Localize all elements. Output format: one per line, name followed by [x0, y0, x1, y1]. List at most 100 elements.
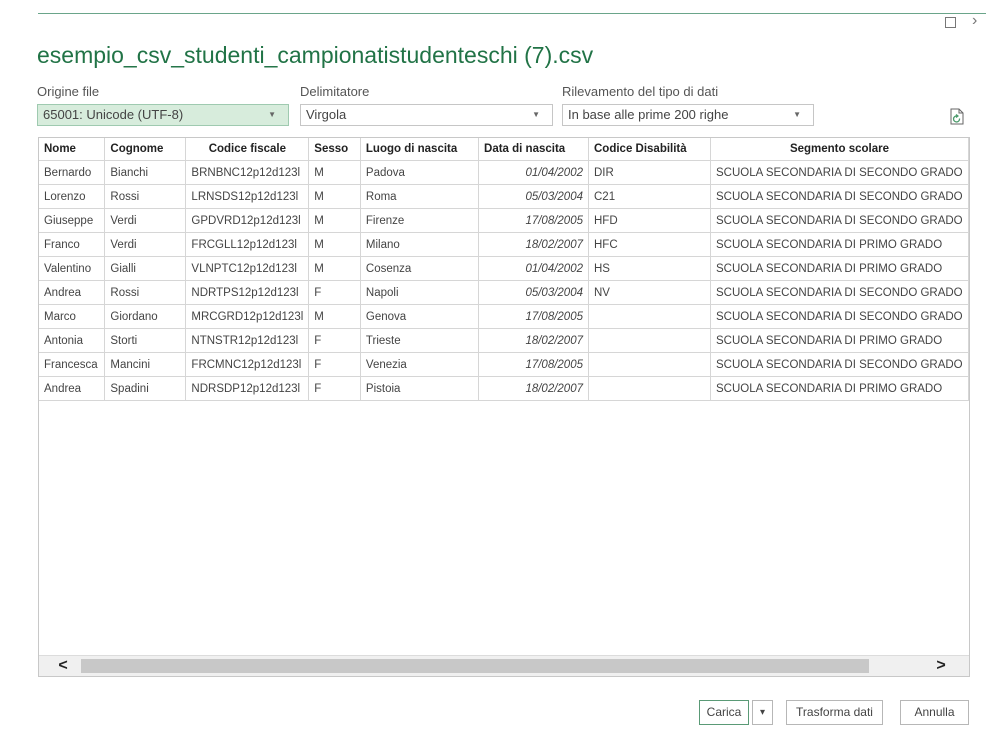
table-cell: Padova — [360, 160, 480, 185]
horizontal-scrollbar[interactable]: < > — [39, 655, 969, 676]
table-row[interactable]: Lorenzo Rossi LRNSDS12p12d123l M Roma 05/03/2… — [39, 184, 969, 209]
table-cell: 17/08/2005 — [478, 208, 589, 233]
table-cell: 18/02/2007 — [478, 328, 589, 353]
header-row: Nome Cognome Codice fiscale Sesso Luogo … — [39, 138, 969, 161]
cancel-button[interactable]: Annulla — [900, 700, 969, 725]
col-header[interactable]: Codice Disabilità — [588, 138, 711, 161]
table-cell: F — [308, 352, 361, 377]
origin-label: Origine file — [37, 84, 100, 99]
table-cell: Trieste — [360, 328, 480, 353]
table-row[interactable]: Andrea Spadini NDRSDP12p12d123l F Pistoia 18/… — [39, 376, 969, 401]
origin-dropdown[interactable]: 65001: Unicode (UTF-8) ▼ — [37, 104, 289, 126]
load-options-chevron-icon[interactable]: ▾ — [752, 700, 773, 725]
table-cell: F — [308, 376, 361, 401]
maximize-icon[interactable] — [945, 17, 956, 28]
table-cell: Roma — [360, 184, 480, 209]
table-cell — [588, 304, 711, 329]
data-preview-grid[interactable]: Nome Cognome Codice fiscale Sesso Luogo … — [38, 137, 970, 677]
table-cell: 17/08/2005 — [478, 304, 589, 329]
table-cell: Bernardo — [39, 160, 106, 185]
chevron-down-icon: ▼ — [793, 110, 801, 119]
table-row[interactable]: Franco Verdi FRCGLL12p12d123l M Milano 18/02/… — [39, 232, 969, 257]
table-cell: 17/08/2005 — [478, 352, 589, 377]
table-cell: SCUOLA SECONDARIA DI SECONDO GRADO — [710, 280, 969, 305]
scroll-left-icon[interactable]: < — [53, 656, 73, 676]
table-row[interactable]: Andrea Rossi NDRTPS12p12d123l F Napoli 05/03/… — [39, 280, 969, 305]
table-cell: Giuseppe — [39, 208, 106, 233]
table-cell: HFD — [588, 208, 711, 233]
load-button[interactable]: Carica — [699, 700, 749, 725]
table-cell: Venezia — [360, 352, 480, 377]
table-cell: Bianchi — [104, 160, 187, 185]
table-cell: F — [308, 328, 361, 353]
table-cell: Verdi — [104, 208, 187, 233]
table-row[interactable]: Marco Giordano MRCGRD12p12d123l M Genova 17/0… — [39, 304, 969, 329]
detection-dropdown[interactable]: In base alle prime 200 righe ▼ — [562, 104, 814, 126]
table-cell: 01/04/2002 — [478, 160, 589, 185]
chevron-down-icon: ▼ — [532, 110, 540, 119]
table-cell: SCUOLA SECONDARIA DI SECONDO GRADO — [710, 352, 969, 377]
table-cell: NV — [588, 280, 711, 305]
table-cell: NTNSTR12p12d123l — [185, 328, 310, 353]
table-cell: SCUOLA SECONDARIA DI SECONDO GRADO — [710, 304, 969, 329]
table-cell: BRNBNC12p12d123l — [185, 160, 310, 185]
table-cell: Francesca — [39, 352, 106, 377]
table-cell: Franco — [39, 232, 106, 257]
table-cell — [588, 352, 711, 377]
col-header[interactable]: Segmento scolare — [710, 138, 969, 161]
table-row[interactable]: Antonia Storti NTNSTR12p12d123l F Trieste 18/… — [39, 328, 969, 353]
table-cell: Giordano — [104, 304, 187, 329]
table-cell: Marco — [39, 304, 106, 329]
table-cell: 05/03/2004 — [478, 184, 589, 209]
table-cell: Firenze — [360, 208, 480, 233]
chevron-down-icon: ▼ — [268, 110, 276, 119]
table-cell: Lorenzo — [39, 184, 106, 209]
dialog-title: esempio_csv_studenti_campionatistudentes… — [37, 42, 594, 68]
detection-value: In base alle prime 200 righe — [568, 107, 729, 122]
table-cell: Storti — [104, 328, 187, 353]
table-cell: SCUOLA SECONDARIA DI SECONDO GRADO — [710, 208, 969, 233]
table-cell — [588, 376, 711, 401]
transform-data-button[interactable]: Trasforma dati — [786, 700, 883, 725]
scroll-right-icon[interactable]: > — [931, 656, 951, 676]
table-cell: NDRTPS12p12d123l — [185, 280, 310, 305]
table-cell: C21 — [588, 184, 711, 209]
col-header[interactable]: Sesso — [308, 138, 361, 161]
col-header[interactable]: Cognome — [104, 138, 187, 161]
scrollbar-thumb[interactable] — [81, 659, 869, 673]
table-cell: SCUOLA SECONDARIA DI PRIMO GRADO — [710, 256, 969, 281]
table-cell: Milano — [360, 232, 480, 257]
table-cell: DIR — [588, 160, 711, 185]
table-cell: 05/03/2004 — [478, 280, 589, 305]
col-header[interactable]: Luogo di nascita — [360, 138, 480, 161]
table-cell: LRNSDS12p12d123l — [185, 184, 310, 209]
table-cell: FRCMNC12p12d123l — [185, 352, 310, 377]
close-icon[interactable]: › — [972, 13, 977, 29]
table-cell: Genova — [360, 304, 480, 329]
table-cell: M — [308, 304, 361, 329]
table-cell: M — [308, 232, 361, 257]
preview-table: Nome Cognome Codice fiscale Sesso Luogo … — [39, 138, 969, 401]
table-cell: 18/02/2007 — [478, 232, 589, 257]
delimiter-dropdown[interactable]: Virgola ▼ — [300, 104, 553, 126]
table-cell: Spadini — [104, 376, 187, 401]
refresh-document-icon[interactable] — [950, 108, 964, 125]
table-row[interactable]: Francesca Mancini FRCMNC12p12d123l F Venezia… — [39, 352, 969, 377]
table-cell: SCUOLA SECONDARIA DI PRIMO GRADO — [710, 232, 969, 257]
delimiter-value: Virgola — [306, 107, 347, 122]
col-header[interactable]: Nome — [39, 138, 106, 161]
table-cell: Cosenza — [360, 256, 480, 281]
col-header[interactable]: Codice fiscale — [185, 138, 310, 161]
table-row[interactable]: Valentino Gialli VLNPTC12p12d123l M Cosenza 0… — [39, 256, 969, 281]
table-cell: 01/04/2002 — [478, 256, 589, 281]
origin-value: 65001: Unicode (UTF-8) — [43, 107, 184, 122]
table-cell: FRCGLL12p12d123l — [185, 232, 310, 257]
table-cell: MRCGRD12p12d123l — [185, 304, 310, 329]
table-cell: GPDVRD12p12d123l — [185, 208, 310, 233]
table-cell: SCUOLA SECONDARIA DI PRIMO GRADO — [710, 328, 969, 353]
table-row[interactable]: Bernardo Bianchi BRNBNC12p12d123l M Padova 01… — [39, 160, 969, 185]
table-cell: Mancini — [104, 352, 187, 377]
table-row[interactable]: Giuseppe Verdi GPDVRD12p12d123l M Firenze 17/… — [39, 208, 969, 233]
col-header[interactable]: Data di nascita — [478, 138, 589, 161]
table-cell: VLNPTC12p12d123l — [185, 256, 310, 281]
